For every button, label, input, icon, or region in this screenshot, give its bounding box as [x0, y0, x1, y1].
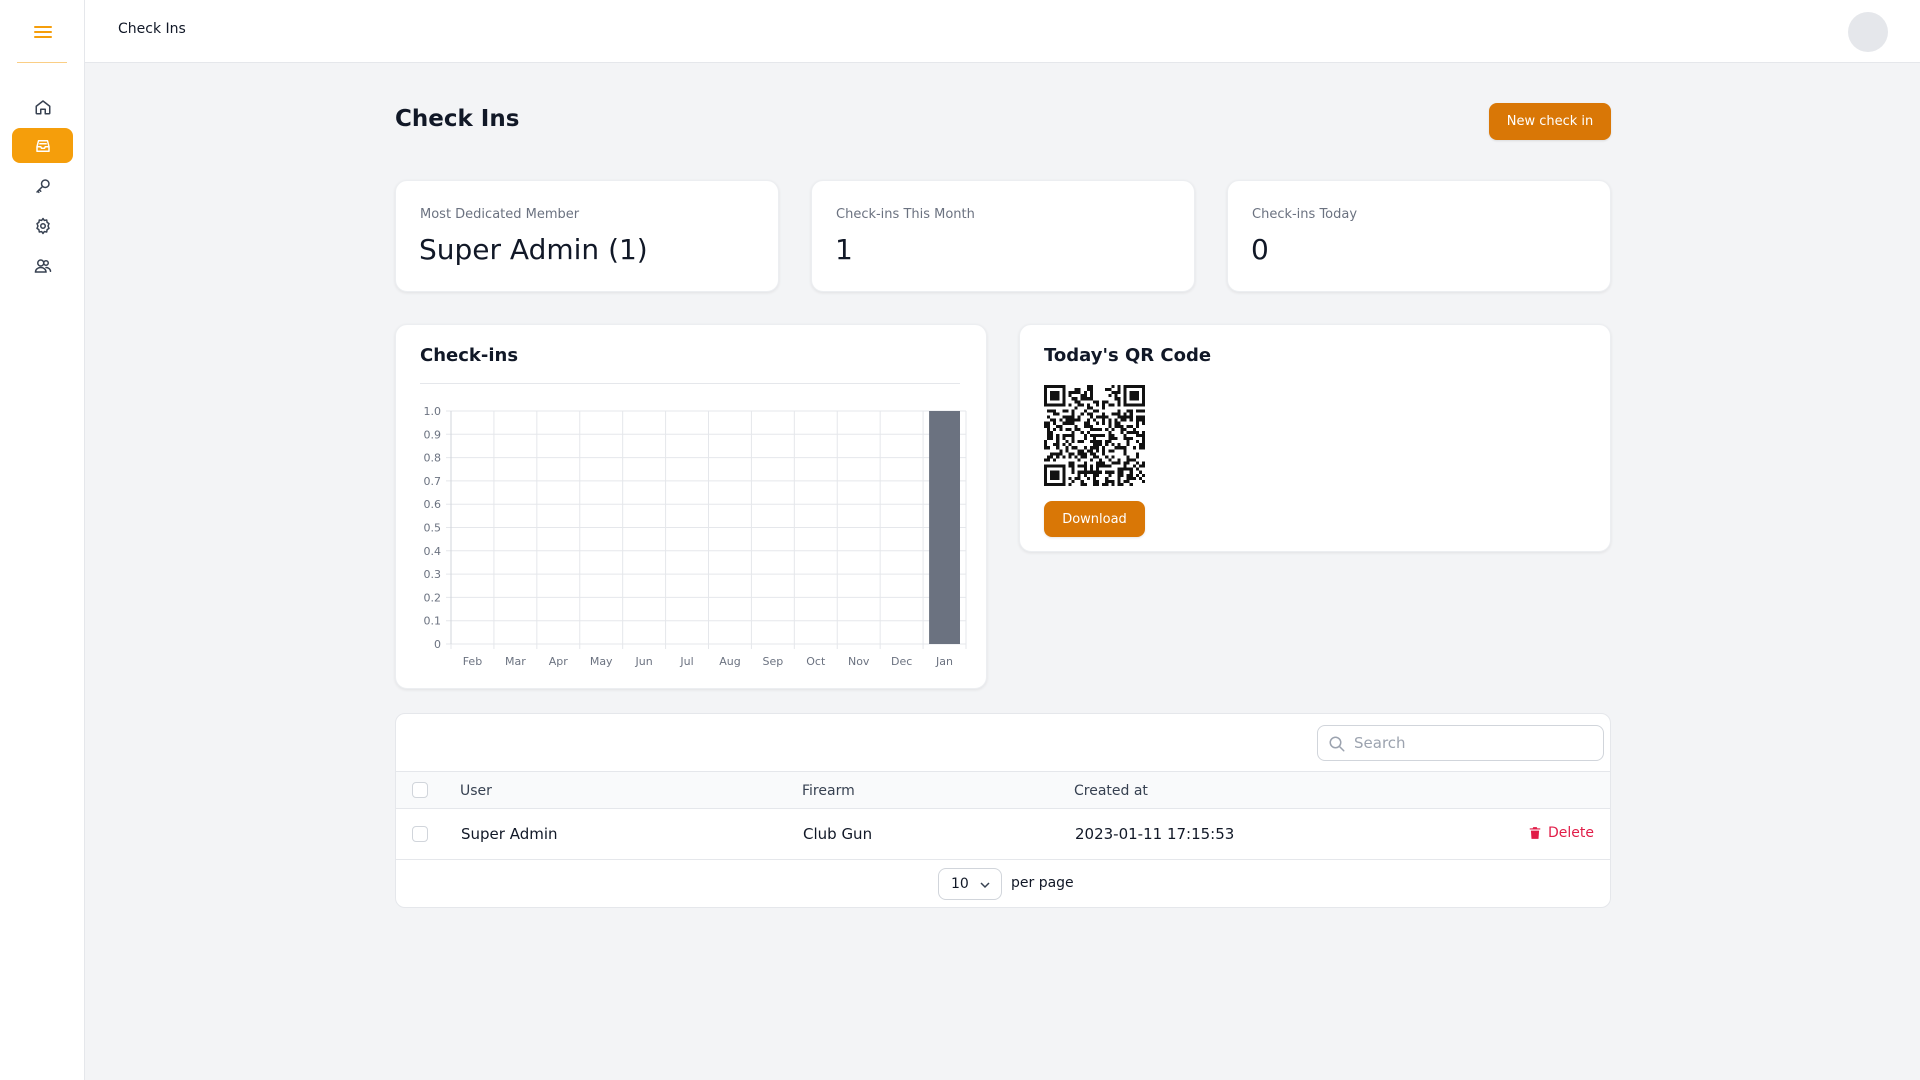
page-title: Check Ins — [395, 106, 520, 132]
y-tick-label: 0.3 — [424, 568, 442, 581]
per-page-select[interactable]: 10 — [938, 868, 1002, 900]
y-tick-label: 0 — [434, 638, 441, 651]
qr-code-image — [1044, 385, 1145, 486]
avatar[interactable] — [1848, 12, 1888, 52]
menu-toggle-button[interactable] — [0, 0, 85, 63]
per-page-label: per page — [1011, 875, 1074, 891]
cell-firearm: Club Gun — [803, 825, 873, 843]
gear-icon — [35, 217, 50, 234]
sidebar-item-home[interactable] — [12, 89, 73, 124]
x-tick-label: Sep — [763, 655, 784, 668]
qr-title: Today's QR Code — [1044, 345, 1212, 366]
stat-value: 1 — [835, 233, 853, 266]
check-ins-chart-card: Check-ins 0 0.1 0.2 0.3 0.4 0.5 0.6 0.7 0.8 0.9 1.… — [395, 324, 987, 689]
y-tick-label: 0.5 — [424, 522, 442, 535]
y-tick-label: 0.7 — [424, 475, 442, 488]
sidebar-item-settings[interactable] — [12, 208, 73, 243]
chevron-down-icon — [980, 882, 990, 889]
cell-created-at: 2023-01-11 17:15:53 — [1075, 825, 1235, 843]
x-tick-label: May — [590, 655, 613, 668]
table-pagination: 10 per page — [396, 860, 1610, 908]
qr-modules — [1044, 385, 1145, 486]
stat-card-today: Check-ins Today 0 — [1227, 180, 1611, 292]
x-tick-label: Mar — [505, 655, 526, 668]
column-header-firearm[interactable]: Firearm — [802, 783, 855, 799]
x-tick-label: Jul — [679, 655, 693, 668]
y-tick-label: 0.4 — [424, 545, 442, 558]
x-tick-label: Nov — [848, 655, 870, 668]
x-tick-label: Jan — [935, 655, 953, 668]
y-tick-label: 0.6 — [424, 498, 442, 511]
x-tick-label: Oct — [806, 655, 826, 668]
stat-card-month: Check-ins This Month 1 — [811, 180, 1195, 292]
y-tick-label: 0.8 — [424, 452, 442, 465]
x-tick-label: Aug — [719, 655, 740, 668]
sidebar-item-members[interactable] — [12, 248, 73, 283]
table-header: User Firearm Created at — [396, 771, 1610, 809]
check-ins-table: User Firearm Created at Super Admin Club… — [395, 713, 1611, 908]
delete-button[interactable]: Delete — [1528, 825, 1594, 841]
stat-value: 0 — [1251, 233, 1269, 266]
stat-label: Most Dedicated Member — [420, 207, 580, 222]
breadcrumb: Check Ins — [118, 21, 186, 37]
table-row: Super Admin Club Gun 2023-01-11 17:15:53… — [396, 809, 1610, 860]
hamburger-icon — [33, 25, 52, 38]
column-header-user[interactable]: User — [460, 783, 492, 799]
stat-label: Check-ins Today — [1252, 207, 1358, 222]
cell-user: Super Admin — [461, 825, 558, 843]
x-tick-label: Apr — [549, 655, 569, 668]
column-header-created-at[interactable]: Created at — [1074, 783, 1148, 799]
select-all-checkbox[interactable] — [412, 782, 428, 798]
x-tick-label: Jun — [635, 655, 653, 668]
search-icon — [1329, 736, 1345, 752]
key-icon — [35, 178, 50, 193]
search-field[interactable] — [1317, 725, 1604, 761]
sidebar-item-check-ins[interactable] — [12, 128, 73, 163]
top-bar: Check Ins — [85, 0, 1920, 63]
sidebar-item-firearms[interactable] — [12, 168, 73, 203]
inbox-icon — [35, 139, 50, 152]
y-tick-label: 0.1 — [424, 615, 442, 628]
new-check-in-button[interactable]: New check in — [1489, 103, 1611, 140]
users-icon — [34, 258, 51, 273]
x-tick-label: Dec — [891, 655, 912, 668]
download-button[interactable]: Download — [1044, 501, 1145, 537]
stat-card-most-dedicated: Most Dedicated Member Super Admin (1) — [395, 180, 779, 292]
y-tick-label: 1.0 — [424, 405, 442, 418]
stat-label: Check-ins This Month — [836, 207, 975, 222]
trash-icon — [1529, 827, 1541, 839]
sidebar-divider — [17, 62, 67, 63]
sidebar — [0, 0, 85, 1080]
row-checkbox[interactable] — [412, 826, 428, 842]
home-icon — [35, 99, 50, 114]
search-input[interactable] — [1354, 726, 1594, 760]
bar — [929, 411, 960, 644]
delete-label: Delete — [1548, 825, 1594, 841]
qr-code-card: Today's QR Code Download — [1019, 324, 1611, 552]
x-tick-label: Feb — [463, 655, 482, 668]
y-tick-label: 0.9 — [424, 428, 442, 441]
per-page-value: 10 — [951, 876, 969, 892]
check-ins-chart: 0 0.1 0.2 0.3 0.4 0.5 0.6 0.7 0.8 0.9 1.0 Feb Mar Apr… — [424, 405, 967, 668]
stat-value: Super Admin (1) — [419, 233, 648, 266]
y-tick-label: 0.2 — [424, 591, 442, 604]
